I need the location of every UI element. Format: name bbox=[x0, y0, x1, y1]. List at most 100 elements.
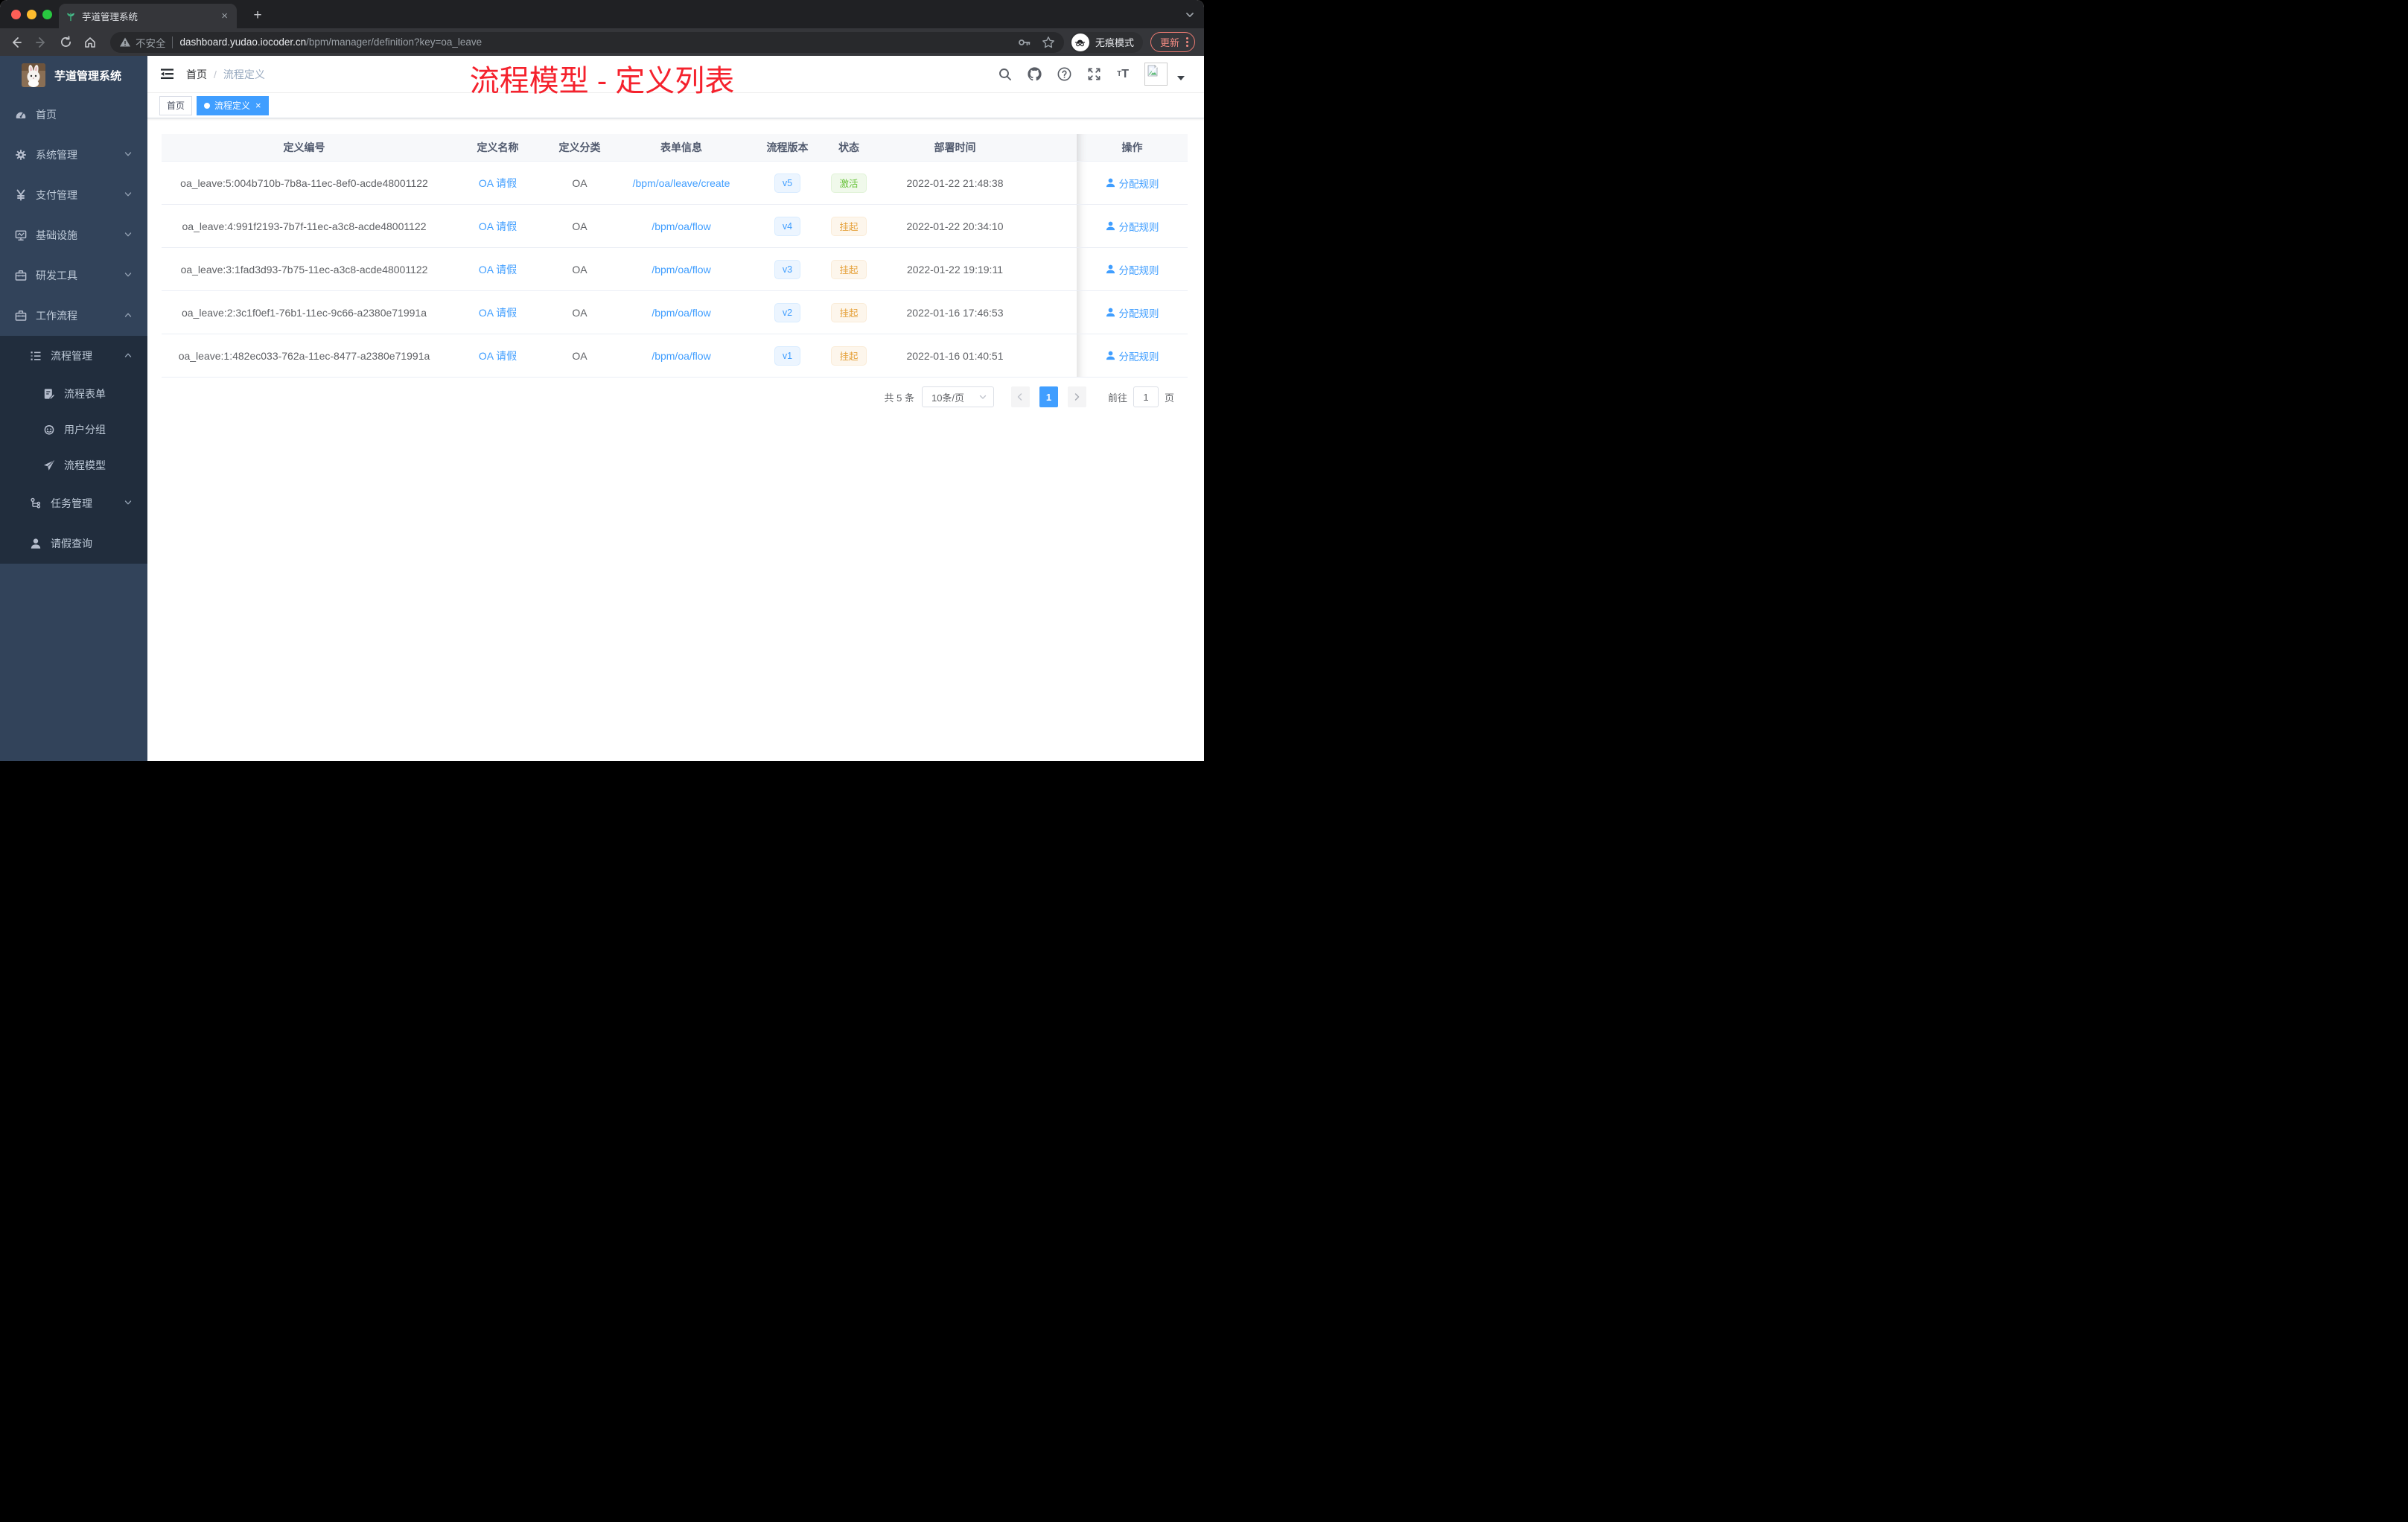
back-icon[interactable] bbox=[6, 32, 27, 53]
tag-home[interactable]: 首页× bbox=[159, 95, 193, 115]
user-icon bbox=[1106, 308, 1115, 317]
url-host: dashboard.yudao.iocoder.cn bbox=[179, 36, 307, 48]
sidebar-item-label: 研发工具 bbox=[36, 270, 77, 281]
github-icon[interactable] bbox=[1028, 67, 1042, 81]
users-icon bbox=[43, 424, 55, 436]
pagination: 共 5 条 10条/页 1 前往 页 bbox=[162, 386, 1174, 407]
favicon-leaf-icon bbox=[66, 11, 76, 22]
sidebar-item-label: 首页 bbox=[36, 109, 57, 121]
fullscreen-icon[interactable] bbox=[1087, 67, 1101, 81]
column-header: 部署时间 bbox=[875, 134, 1035, 162]
tab-search-icon[interactable] bbox=[1185, 10, 1195, 24]
chevron-down-icon bbox=[124, 229, 133, 241]
form-info-link[interactable]: /bpm/oa/flow bbox=[652, 264, 710, 276]
not-secure-warning-icon[interactable] bbox=[119, 36, 131, 48]
sidebar-item-workflow[interactable]: 工作流程 bbox=[0, 296, 147, 336]
version-badge: v3 bbox=[774, 259, 801, 279]
avatar-dropdown-caret[interactable] bbox=[1177, 75, 1185, 80]
user-icon bbox=[1106, 221, 1115, 231]
assign-rule-button[interactable]: 分配规则 bbox=[1106, 262, 1159, 277]
top-navbar: 首页 / 流程定义 TT bbox=[147, 56, 1204, 93]
definition-name-link[interactable]: OA 请假 bbox=[479, 176, 517, 191]
tag-close-icon[interactable]: × bbox=[255, 100, 261, 111]
browser-window: 芋道管理系统 × + 不安全 dashboard.yudao.iocoder.c… bbox=[0, 0, 1204, 761]
assign-rule-label: 分配规则 bbox=[1118, 221, 1159, 233]
incognito-label: 无痕模式 bbox=[1095, 37, 1134, 48]
app-logo-row: 芋道管理系统 bbox=[0, 56, 147, 95]
breadcrumb-home[interactable]: 首页 bbox=[186, 67, 207, 82]
assign-rule-button[interactable]: 分配规则 bbox=[1106, 176, 1159, 191]
sidebar-item-label: 支付管理 bbox=[36, 189, 77, 201]
browser-update-button[interactable]: 更新 bbox=[1150, 32, 1195, 52]
version-cell: v3 bbox=[752, 248, 823, 291]
sidebar-item-home[interactable]: 首页 bbox=[0, 95, 147, 135]
next-page-button[interactable] bbox=[1067, 386, 1086, 407]
breadcrumb-current: 流程定义 bbox=[223, 68, 265, 80]
new-tab-button[interactable]: + bbox=[249, 7, 267, 25]
zoom-window-button[interactable] bbox=[42, 10, 52, 19]
table-row: oa_leave:3:1fad3d93-7b75-11ec-a3c8-acde4… bbox=[162, 248, 1188, 291]
definition-name-link[interactable]: OA 请假 bbox=[479, 348, 517, 363]
yen-icon bbox=[15, 189, 27, 201]
forward-icon[interactable] bbox=[31, 32, 51, 53]
sidebar-item-dev-tools[interactable]: 研发工具 bbox=[0, 255, 147, 296]
logo-avatar bbox=[22, 63, 45, 87]
sidebar-item-infrastructure[interactable]: 基础设施 bbox=[0, 215, 147, 255]
bookmark-star-icon[interactable] bbox=[1042, 36, 1055, 49]
form-info-link[interactable]: /bpm/oa/flow bbox=[652, 220, 710, 232]
gear-icon bbox=[15, 149, 27, 161]
minimize-window-button[interactable] bbox=[27, 10, 36, 19]
tag-process-definition[interactable]: 流程定义 × bbox=[197, 95, 269, 115]
definition-name-cell: OA 请假 bbox=[447, 334, 549, 378]
home-icon[interactable] bbox=[80, 32, 101, 53]
breadcrumb-separator: / bbox=[214, 68, 217, 80]
reload-icon[interactable] bbox=[55, 32, 76, 53]
sidebar-item-label: 基础设施 bbox=[36, 229, 77, 241]
tab-close-icon[interactable]: × bbox=[219, 10, 230, 22]
deploy-time-cell: 2022-01-22 20:34:10 bbox=[875, 205, 1035, 248]
active-dot bbox=[204, 102, 211, 109]
assign-rule-button[interactable]: 分配规则 bbox=[1106, 219, 1159, 234]
goto-page-input[interactable] bbox=[1133, 386, 1159, 407]
close-window-button[interactable] bbox=[11, 10, 21, 19]
definition-name-link[interactable]: OA 请假 bbox=[479, 219, 517, 234]
definition-category-cell: OA bbox=[549, 291, 611, 334]
sidebar-collapse-icon[interactable] bbox=[160, 68, 174, 80]
sidebar-item-process-form[interactable]: 流程表单 bbox=[0, 376, 147, 412]
browser-menu-icon[interactable] bbox=[1186, 37, 1188, 47]
page-content: 定义编号 定义名称 定义分类 表单信息 流程版本 状态 部署时间 操作 oa_l… bbox=[147, 118, 1204, 407]
font-size-icon[interactable]: TT bbox=[1117, 68, 1129, 81]
help-icon[interactable] bbox=[1057, 67, 1071, 81]
sidebar-item-system[interactable]: 系统管理 bbox=[0, 135, 147, 175]
page-number-button[interactable]: 1 bbox=[1039, 386, 1058, 407]
chevron-down-icon bbox=[124, 149, 133, 161]
sidebar-item-leave-query[interactable]: 请假查询 bbox=[0, 523, 147, 564]
user-avatar[interactable] bbox=[1144, 63, 1168, 86]
definition-name-link[interactable]: OA 请假 bbox=[479, 262, 517, 277]
sidebar-item-user-group[interactable]: 用户分组 bbox=[0, 412, 147, 448]
browser-tab[interactable]: 芋道管理系统 × bbox=[59, 4, 237, 28]
status-cell: 挂起 bbox=[823, 205, 875, 248]
page-size-select[interactable]: 10条/页 bbox=[921, 386, 994, 407]
sidebar-item-process-management[interactable]: 流程管理 bbox=[0, 336, 147, 376]
sidebar-item-payment[interactable]: 支付管理 bbox=[0, 175, 147, 215]
app-title: 芋道管理系统 bbox=[54, 69, 122, 83]
assign-rule-button[interactable]: 分配规则 bbox=[1106, 305, 1159, 320]
address-bar[interactable]: 不安全 dashboard.yudao.iocoder.cn/bpm/manag… bbox=[110, 31, 1064, 53]
search-icon[interactable] bbox=[998, 68, 1012, 81]
form-info-link[interactable]: /bpm/oa/flow bbox=[652, 350, 710, 362]
sidebar-item-task-management[interactable]: 任务管理 bbox=[0, 483, 147, 523]
actions-cell: 分配规则 bbox=[1077, 291, 1188, 334]
column-header: 定义分类 bbox=[549, 134, 611, 162]
assign-rule-label: 分配规则 bbox=[1118, 264, 1159, 276]
prev-page-button[interactable] bbox=[1010, 386, 1030, 407]
column-header-filler bbox=[1035, 134, 1077, 162]
assign-rule-button[interactable]: 分配规则 bbox=[1106, 348, 1159, 363]
password-key-icon[interactable] bbox=[1018, 36, 1031, 49]
sidebar-item-process-model[interactable]: 流程模型 bbox=[0, 448, 147, 483]
form-info-link[interactable]: /bpm/oa/leave/create bbox=[633, 177, 730, 189]
form-info-link[interactable]: /bpm/oa/flow bbox=[652, 307, 710, 319]
dashboard-icon bbox=[15, 109, 27, 121]
definition-name-link[interactable]: OA 请假 bbox=[479, 305, 517, 320]
assign-rule-label: 分配规则 bbox=[1118, 178, 1159, 190]
